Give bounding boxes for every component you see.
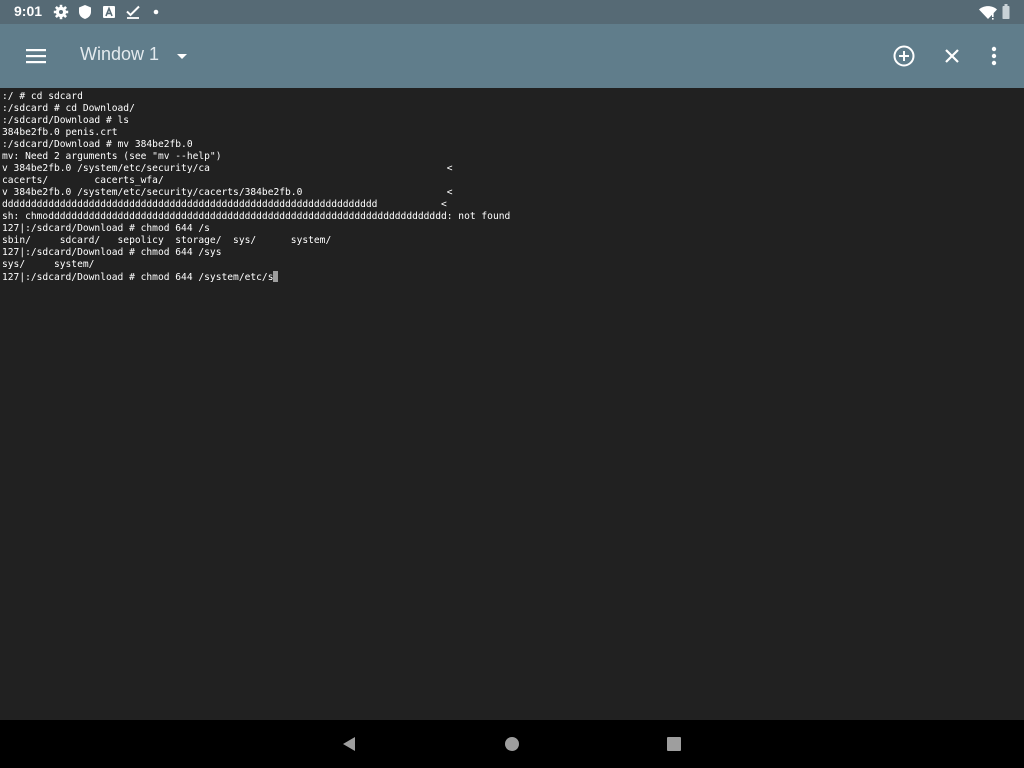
recents-icon: [662, 737, 686, 760]
terminal-line: cacerts/ cacerts_wfa/: [2, 175, 164, 186]
terminal-prompt-line: 127|:/sdcard/Download # chmod 644 /syste…: [2, 271, 279, 283]
terminal-line: v 384be2fb.0 /system/etc/security/cacert…: [2, 187, 453, 198]
close-window-icon: [936, 49, 968, 76]
terminal-line: :/sdcard/Download # ls: [2, 115, 130, 126]
add-window-button[interactable]: [888, 40, 920, 72]
back-icon: [337, 737, 361, 760]
gear-icon: [53, 4, 69, 20]
terminal-line: 127|:/sdcard/Download # chmod 644 /sys: [2, 247, 222, 258]
back-button[interactable]: [337, 732, 361, 756]
terminal-line: v 384be2fb.0 /system/etc/security/ca <: [2, 163, 453, 174]
terminal-line: dddddddddddddddddddddddddddddddddddddddd…: [2, 199, 447, 210]
home-icon: [500, 737, 524, 760]
menu-icon: [20, 49, 52, 76]
check-icon: [125, 4, 141, 20]
app-bar: Window 1: [0, 24, 1024, 88]
terminal-line: :/ # cd sdcard: [2, 91, 83, 102]
add-window-icon: [888, 45, 920, 76]
a-box-icon: [101, 4, 117, 20]
shield-icon: [77, 4, 93, 20]
wifi-icon: [978, 4, 998, 20]
menu-button[interactable]: [20, 40, 52, 72]
terminal-line: 384be2fb.0 penis.crt: [2, 127, 118, 138]
nav-bar: [0, 720, 1024, 768]
terminal-line: :/sdcard # cd Download/: [2, 103, 135, 114]
terminal-prompt-text: 127|:/sdcard/Download # chmod 644 /syste…: [2, 272, 274, 283]
close-window-button[interactable]: [936, 40, 968, 72]
status-bar: 9:01: [0, 0, 1024, 24]
window-title[interactable]: Window 1: [80, 44, 159, 65]
terminal-line: :/sdcard/Download # mv 384be2fb.0: [2, 139, 193, 150]
home-button[interactable]: [500, 732, 524, 756]
dot-icon: [150, 4, 166, 20]
battery-icon: [1001, 4, 1011, 20]
terminal-line: sbin/ sdcard/ sepolicy storage/ sys/ sys…: [2, 235, 332, 246]
status-time: 9:01: [14, 3, 43, 19]
terminal-line: sys/ system/: [2, 259, 95, 270]
terminal-line: 127|:/sdcard/Download # chmod 644 /s: [2, 223, 210, 234]
terminal-line: mv: Need 2 arguments (see "mv --help"): [2, 151, 222, 162]
terminal-view[interactable]: :/ # cd sdcard :/sdcard # cd Download/ :…: [0, 88, 1024, 720]
window-dropdown-button[interactable]: [170, 44, 194, 68]
recents-button[interactable]: [662, 732, 686, 756]
dropdown-icon: [170, 53, 194, 72]
terminal-line: sh: chmodddddddddddddddddddddddddddddddd…: [2, 211, 511, 222]
terminal-cursor: [273, 271, 279, 282]
more-options-button[interactable]: [978, 40, 1010, 72]
more-options-icon: [978, 46, 1010, 76]
